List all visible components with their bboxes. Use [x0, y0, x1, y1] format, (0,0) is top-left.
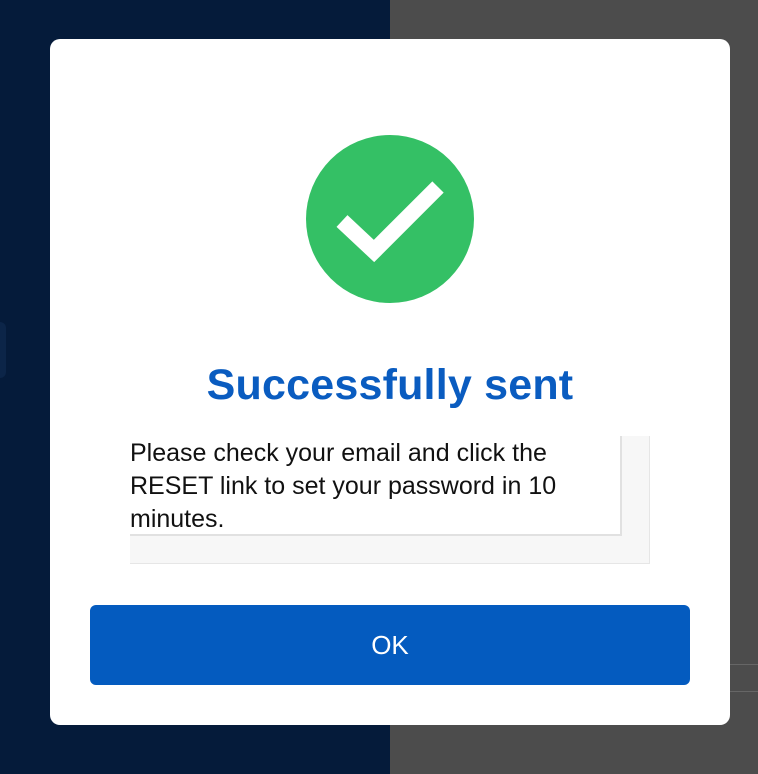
background-side-tab — [0, 322, 6, 378]
check-circle-icon — [306, 135, 474, 303]
dialog-title: Successfully sent — [206, 361, 574, 409]
ok-button[interactable]: OK — [90, 605, 690, 685]
background-divider — [730, 664, 758, 692]
message-container: Please check your email and click the RE… — [130, 436, 650, 564]
dialog-message: Please check your email and click the RE… — [130, 439, 557, 533]
message-panel: Please check your email and click the RE… — [130, 436, 622, 536]
success-dialog: Successfully sent Please check your emai… — [50, 39, 730, 725]
